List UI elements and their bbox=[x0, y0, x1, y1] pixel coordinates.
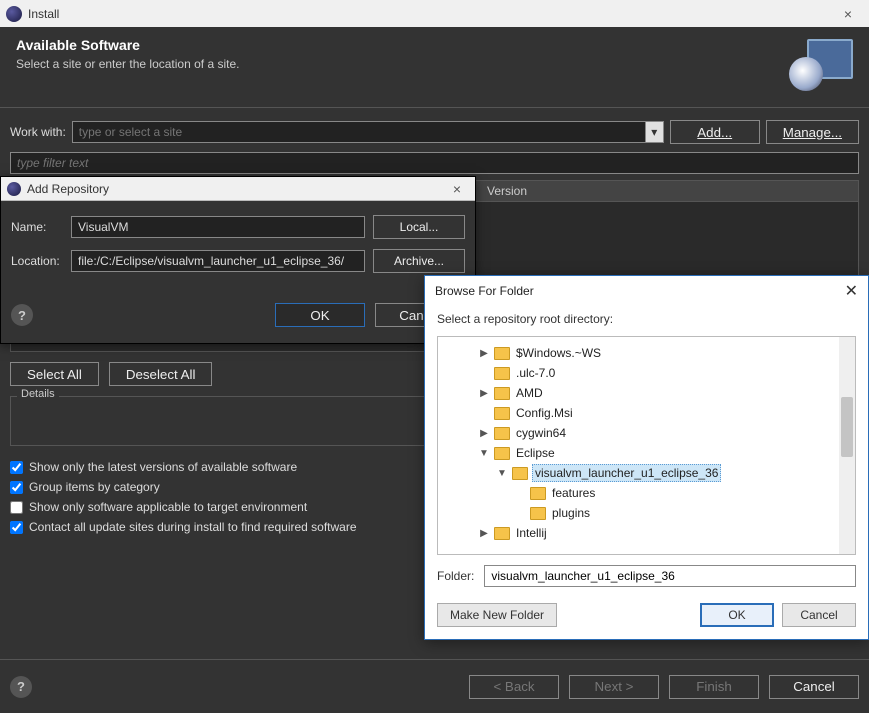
add-repository-dialog: Add Repository × Name: Local... Location… bbox=[0, 176, 476, 344]
cancel-button[interactable]: Cancel bbox=[782, 603, 856, 627]
help-icon[interactable]: ? bbox=[11, 304, 33, 326]
back-button[interactable]: < Back bbox=[469, 675, 559, 699]
workwith-label: Work with: bbox=[10, 125, 66, 139]
next-button[interactable]: Next > bbox=[569, 675, 659, 699]
opt-contact-checkbox[interactable] bbox=[10, 521, 23, 534]
chevron-right-icon[interactable]: ▶ bbox=[478, 528, 490, 539]
make-new-folder-button[interactable]: Make New Folder bbox=[437, 603, 557, 627]
folder-icon bbox=[530, 487, 546, 500]
ok-button[interactable]: OK bbox=[700, 603, 774, 627]
opt-group-checkbox[interactable] bbox=[10, 481, 23, 494]
details-legend: Details bbox=[17, 388, 59, 400]
folder-icon bbox=[494, 387, 510, 400]
filter-input[interactable] bbox=[10, 152, 859, 174]
tree-item[interactable]: ▶ $Windows.~WS bbox=[442, 343, 835, 363]
repo-name-input[interactable] bbox=[71, 216, 365, 238]
repo-titlebar: Add Repository × bbox=[1, 177, 475, 201]
repo-name-label: Name: bbox=[11, 220, 63, 234]
page-title: Available Software bbox=[16, 37, 777, 53]
wizard-button-bar: ? < Back Next > Finish Cancel bbox=[0, 659, 869, 713]
browse-titlebar: Browse For Folder ✕ bbox=[425, 276, 868, 306]
scrollbar[interactable] bbox=[839, 337, 855, 554]
add-button[interactable]: Add... bbox=[670, 120, 760, 144]
finish-button[interactable]: Finish bbox=[669, 675, 759, 699]
tree-item-label: Intellij bbox=[514, 525, 549, 541]
titlebar: Install × bbox=[0, 0, 869, 27]
repo-location-label: Location: bbox=[11, 254, 63, 268]
chevron-right-icon[interactable]: ▶ bbox=[478, 348, 490, 359]
tree-item[interactable]: ▼ visualvm_launcher_u1_eclipse_36 bbox=[442, 463, 835, 483]
repo-location-input[interactable] bbox=[71, 250, 365, 272]
cancel-button[interactable]: Cancel bbox=[769, 675, 859, 699]
tree-item[interactable]: features bbox=[442, 483, 835, 503]
folder-icon bbox=[512, 467, 528, 480]
folder-input[interactable] bbox=[484, 565, 856, 587]
eclipse-icon bbox=[7, 182, 21, 196]
manage-button[interactable]: Manage... bbox=[766, 120, 859, 144]
tree-item-label: visualvm_launcher_u1_eclipse_36 bbox=[532, 464, 721, 482]
workwith-input[interactable] bbox=[73, 122, 645, 142]
tree-item-label: AMD bbox=[514, 385, 545, 401]
tree-item[interactable]: ▼ Eclipse bbox=[442, 443, 835, 463]
wizard-image bbox=[789, 37, 853, 91]
page-subtitle: Select a site or enter the location of a… bbox=[16, 57, 777, 71]
close-icon[interactable]: ✕ bbox=[845, 281, 858, 301]
folder-tree-wrap: ▶ $Windows.~WS .ulc-7.0 ▶ AMD Config.Msi ▶ cygw… bbox=[437, 336, 856, 555]
tree-item-label: cygwin64 bbox=[514, 425, 568, 441]
tree-item[interactable]: ▶ AMD bbox=[442, 383, 835, 403]
tree-item[interactable]: ▶ Intellij bbox=[442, 523, 835, 543]
tree-item-label: features bbox=[550, 485, 597, 501]
chevron-down-icon[interactable]: ▼ bbox=[496, 468, 508, 479]
chevron-down-icon[interactable]: ▾ bbox=[645, 122, 663, 142]
local-button[interactable]: Local... bbox=[373, 215, 465, 239]
opt-applicable-checkbox[interactable] bbox=[10, 501, 23, 514]
ok-button[interactable]: OK bbox=[275, 303, 365, 327]
tree-item[interactable]: Config.Msi bbox=[442, 403, 835, 423]
close-icon[interactable]: × bbox=[833, 6, 863, 22]
close-icon[interactable]: × bbox=[445, 181, 469, 197]
tree-item-label: plugins bbox=[550, 505, 592, 521]
tree-item-label: Eclipse bbox=[514, 445, 557, 461]
tree-item-label: Config.Msi bbox=[514, 405, 575, 421]
tree-col-version[interactable]: Version bbox=[481, 184, 858, 198]
browse-message: Select a repository root directory: bbox=[425, 306, 868, 336]
folder-label: Folder: bbox=[437, 569, 474, 583]
workwith-combo[interactable]: ▾ bbox=[72, 121, 664, 143]
tree-item[interactable]: .ulc-7.0 bbox=[442, 363, 835, 383]
browse-folder-dialog: Browse For Folder ✕ Select a repository … bbox=[424, 275, 869, 640]
deselect-all-button[interactable]: Deselect All bbox=[109, 362, 213, 386]
help-icon[interactable]: ? bbox=[10, 676, 32, 698]
folder-icon bbox=[530, 507, 546, 520]
scrollbar-thumb[interactable] bbox=[841, 397, 853, 457]
folder-icon bbox=[494, 527, 510, 540]
tree-item-label: $Windows.~WS bbox=[514, 345, 603, 361]
chevron-right-icon[interactable]: ▶ bbox=[478, 388, 490, 399]
window-title: Install bbox=[28, 7, 833, 21]
folder-icon bbox=[494, 447, 510, 460]
folder-icon bbox=[494, 427, 510, 440]
folder-icon bbox=[494, 367, 510, 380]
tree-item[interactable]: plugins bbox=[442, 503, 835, 523]
browse-title: Browse For Folder bbox=[435, 284, 845, 298]
folder-icon bbox=[494, 407, 510, 420]
wizard-header: Available Software Select a site or ente… bbox=[0, 27, 869, 108]
select-all-button[interactable]: Select All bbox=[10, 362, 99, 386]
opt-latest-checkbox[interactable] bbox=[10, 461, 23, 474]
chevron-down-icon[interactable]: ▼ bbox=[478, 448, 490, 459]
folder-tree[interactable]: ▶ $Windows.~WS .ulc-7.0 ▶ AMD Config.Msi ▶ cygw… bbox=[438, 337, 839, 554]
tree-item[interactable]: ▶ cygwin64 bbox=[442, 423, 835, 443]
chevron-right-icon[interactable]: ▶ bbox=[478, 428, 490, 439]
tree-item-label: .ulc-7.0 bbox=[514, 365, 557, 381]
eclipse-icon bbox=[6, 6, 22, 22]
folder-icon bbox=[494, 347, 510, 360]
repo-title: Add Repository bbox=[27, 182, 445, 196]
archive-button[interactable]: Archive... bbox=[373, 249, 465, 273]
